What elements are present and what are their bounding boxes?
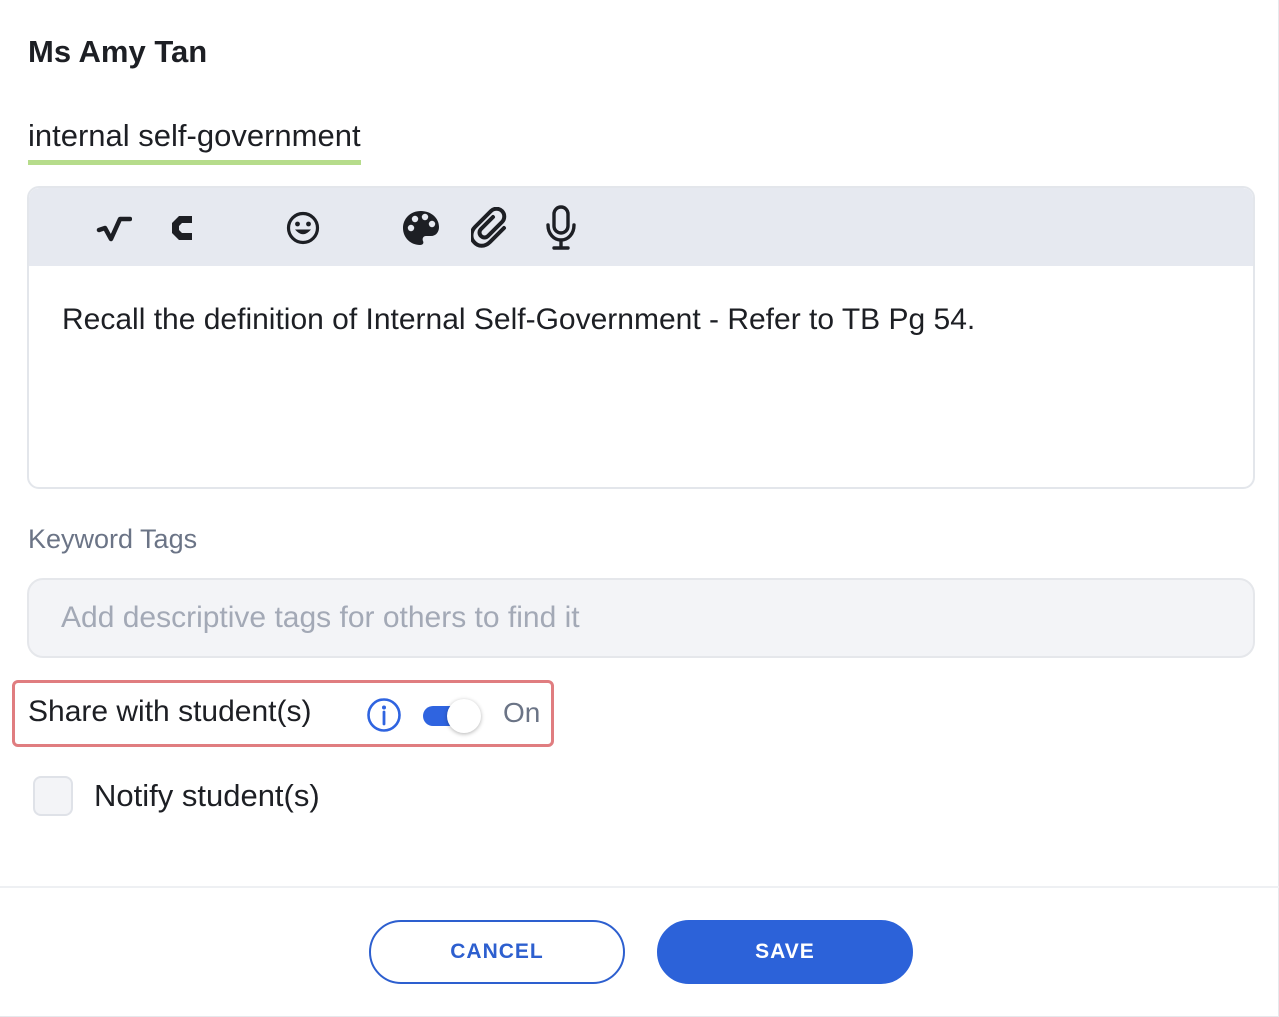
emoji-icon[interactable]	[282, 206, 324, 250]
paperclip-icon[interactable]	[470, 206, 512, 250]
info-icon[interactable]	[366, 697, 402, 733]
cancel-button[interactable]: CANCEL	[369, 920, 625, 984]
share-toggle-state: On	[503, 697, 541, 728]
share-with-students-label: Share with student(s)	[28, 695, 312, 728]
save-button[interactable]: SAVE	[657, 920, 913, 984]
note-editor-panel: Ms Amy Tan internal self-government Reca…	[0, 0, 1279, 1017]
sqrt-icon[interactable]	[93, 206, 135, 250]
keyword-tags-input[interactable]	[27, 578, 1255, 658]
share-toggle[interactable]	[423, 699, 483, 733]
share-with-students-row: Share with student(s) On	[12, 680, 554, 747]
author-name: Ms Amy Tan	[28, 34, 208, 69]
toggle-knob	[447, 699, 481, 733]
highlighted-text: internal self-government	[28, 118, 361, 165]
notify-students-label: Notify student(s)	[94, 778, 320, 813]
microphone-icon[interactable]	[540, 205, 582, 250]
editor-content[interactable]: Recall the definition of Internal Self-G…	[62, 300, 1223, 340]
chemistry-icon[interactable]	[163, 206, 205, 250]
rich-text-editor: Recall the definition of Internal Self-G…	[27, 186, 1255, 489]
footer-divider	[0, 886, 1279, 888]
notify-students-checkbox[interactable]	[33, 776, 73, 816]
keyword-tags-label: Keyword Tags	[28, 524, 198, 554]
palette-icon[interactable]	[400, 206, 442, 250]
editor-toolbar	[29, 188, 1253, 266]
